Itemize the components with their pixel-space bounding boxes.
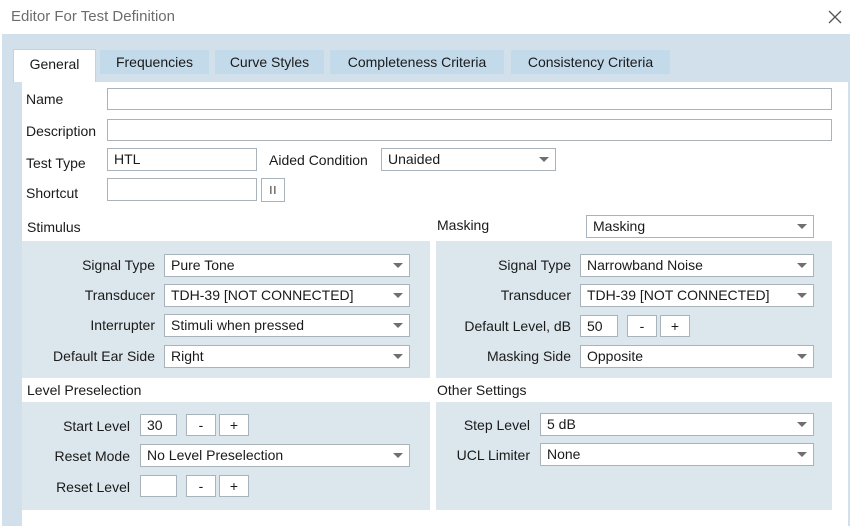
pause-icon bbox=[270, 186, 276, 194]
tab-frequencies[interactable]: Frequencies bbox=[100, 50, 209, 74]
reset-mode-value: No Level Preselection bbox=[147, 447, 284, 463]
step-level-value: 5 dB bbox=[547, 416, 576, 432]
masking-transducer-select[interactable]: TDH-39 [NOT CONNECTED] bbox=[580, 284, 814, 307]
chevron-down-icon bbox=[539, 157, 549, 162]
chevron-down-icon bbox=[797, 422, 807, 427]
stimulus-heading: Stimulus bbox=[27, 219, 81, 235]
shortcut-field[interactable] bbox=[107, 178, 257, 201]
ear-side-label: Default Ear Side bbox=[53, 348, 155, 364]
stimulus-transducer-select[interactable]: TDH-39 [NOT CONNECTED] bbox=[164, 284, 410, 307]
default-level-label: Default Level, dB bbox=[464, 318, 571, 334]
description-label: Description bbox=[26, 123, 97, 139]
name-label: Name bbox=[26, 91, 64, 107]
chevron-down-icon bbox=[393, 354, 403, 359]
masking-heading: Masking bbox=[437, 217, 490, 233]
masking-side-label: Masking Side bbox=[486, 348, 571, 364]
masking-mode-select[interactable]: Masking bbox=[586, 215, 814, 238]
shortcut-picker-button[interactable] bbox=[261, 178, 285, 202]
masking-transducer-value: TDH-39 [NOT CONNECTED] bbox=[587, 287, 770, 303]
tab-curve-styles[interactable]: Curve Styles bbox=[215, 50, 324, 74]
start-level-increment-button[interactable]: + bbox=[219, 414, 249, 436]
ear-side-value: Right bbox=[171, 348, 204, 364]
chevron-down-icon bbox=[797, 263, 807, 268]
reset-mode-label: Reset Mode bbox=[54, 448, 130, 464]
description-field[interactable] bbox=[107, 119, 832, 141]
ucl-limiter-select[interactable]: None bbox=[540, 443, 814, 466]
chevron-down-icon bbox=[797, 354, 807, 359]
reset-level-increment-button[interactable]: + bbox=[219, 475, 249, 497]
reset-level-label: Reset Level bbox=[56, 479, 130, 495]
tab-completeness-criteria[interactable]: Completeness Criteria bbox=[330, 50, 504, 74]
interrupter-value: Stimuli when pressed bbox=[171, 317, 305, 333]
aided-condition-value: Unaided bbox=[388, 151, 441, 167]
tab-consistency-criteria[interactable]: Consistency Criteria bbox=[511, 50, 670, 74]
interrupter-label: Interrupter bbox=[90, 317, 155, 333]
ear-side-select[interactable]: Right bbox=[164, 345, 410, 368]
start-level-decrement-button[interactable]: - bbox=[186, 414, 216, 436]
test-type-label: Test Type bbox=[26, 155, 86, 171]
shortcut-label: Shortcut bbox=[26, 185, 79, 201]
masking-signal-type-select[interactable]: Narrowband Noise bbox=[580, 254, 814, 277]
aided-condition-select[interactable]: Unaided bbox=[381, 148, 556, 171]
close-icon[interactable] bbox=[826, 8, 844, 26]
step-level-select[interactable]: 5 dB bbox=[540, 413, 814, 436]
masking-transducer-label: Transducer bbox=[500, 287, 571, 303]
chevron-down-icon bbox=[393, 293, 403, 298]
name-field[interactable] bbox=[107, 88, 832, 110]
chevron-down-icon bbox=[393, 323, 403, 328]
stimulus-transducer-value: TDH-39 [NOT CONNECTED] bbox=[171, 287, 354, 303]
stimulus-signal-type-select[interactable]: Pure Tone bbox=[164, 254, 410, 277]
chevron-down-icon bbox=[393, 453, 403, 458]
aided-condition-label: Aided Condition bbox=[269, 152, 368, 168]
test-type-field[interactable]: HTL bbox=[107, 148, 257, 171]
masking-mode-value: Masking bbox=[593, 218, 646, 234]
default-level-increment-button[interactable]: + bbox=[660, 315, 690, 337]
default-level-decrement-button[interactable]: - bbox=[627, 315, 657, 337]
chevron-down-icon bbox=[797, 293, 807, 298]
chevron-down-icon bbox=[797, 452, 807, 457]
step-level-label: Step Level bbox=[463, 417, 530, 433]
start-level-label: Start Level bbox=[63, 418, 130, 434]
stimulus-signal-type-value: Pure Tone bbox=[171, 257, 235, 273]
ucl-limiter-label: UCL Limiter bbox=[456, 447, 530, 463]
start-level-field[interactable]: 30 bbox=[140, 414, 177, 436]
masking-signal-type-label: Signal Type bbox=[498, 257, 571, 273]
interrupter-select[interactable]: Stimuli when pressed bbox=[164, 314, 410, 337]
level-preselection-heading: Level Preselection bbox=[27, 382, 142, 398]
masking-side-value: Opposite bbox=[587, 348, 644, 364]
masking-signal-type-value: Narrowband Noise bbox=[587, 257, 703, 273]
chevron-down-icon bbox=[797, 224, 807, 229]
reset-level-field[interactable] bbox=[140, 475, 177, 497]
stimulus-signal-type-label: Signal Type bbox=[82, 257, 155, 273]
tab-general[interactable]: General bbox=[13, 49, 96, 82]
window-title: Editor For Test Definition bbox=[11, 8, 175, 25]
chevron-down-icon bbox=[393, 263, 403, 268]
default-level-field[interactable]: 50 bbox=[580, 315, 618, 337]
title-bar: Editor For Test Definition bbox=[0, 0, 852, 34]
reset-level-decrement-button[interactable]: - bbox=[186, 475, 216, 497]
other-settings-heading: Other Settings bbox=[437, 382, 527, 398]
ucl-limiter-value: None bbox=[547, 446, 581, 462]
stimulus-transducer-label: Transducer bbox=[84, 287, 155, 303]
masking-side-select[interactable]: Opposite bbox=[580, 345, 814, 368]
reset-mode-select[interactable]: No Level Preselection bbox=[140, 444, 410, 467]
